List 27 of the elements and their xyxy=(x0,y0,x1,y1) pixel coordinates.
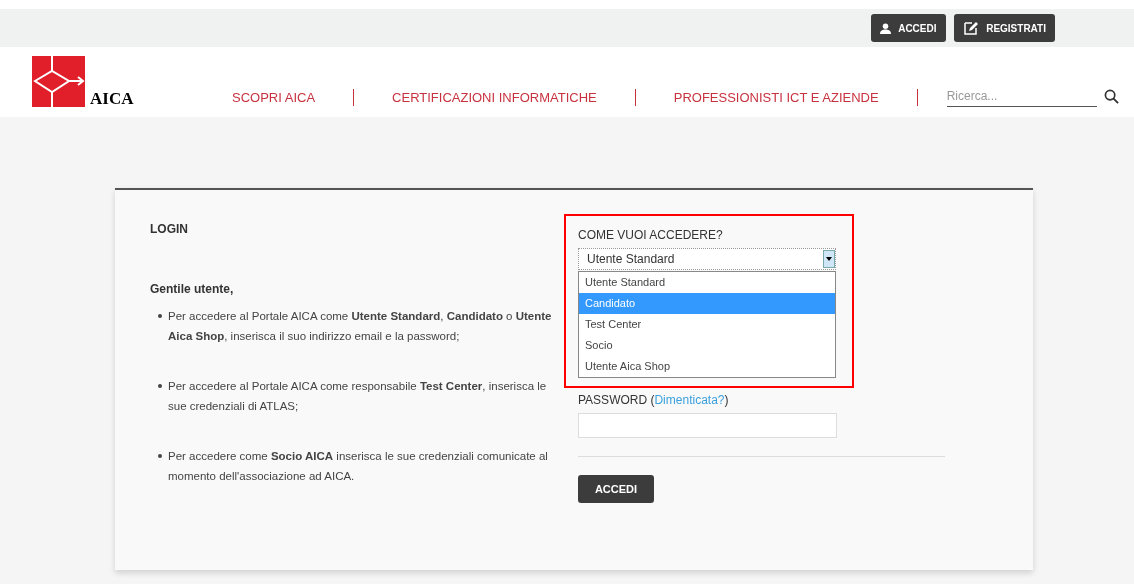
password-label: PASSWORD ( xyxy=(578,393,655,407)
register-button[interactable]: REGISTRATI xyxy=(954,14,1055,42)
search-icon xyxy=(1103,88,1119,104)
nav-link[interactable]: SCOPRI AICA xyxy=(232,87,316,107)
user-icon xyxy=(880,22,892,34)
nav-link[interactable]: CERTIFICAZIONI INFORMATICHE xyxy=(392,87,597,107)
dropdown-option[interactable]: Test Center xyxy=(579,314,835,335)
logo-text: AICA xyxy=(90,90,134,107)
login-button[interactable]: ACCEDI xyxy=(871,14,947,42)
instruction-text: Per accedere come Socio AICA inserisca le sue credenziali comunicate al momento dell'associazione ad AICA. xyxy=(168,449,549,484)
access-label: COME VUOI ACCEDERE? xyxy=(578,227,724,244)
edit-icon xyxy=(963,20,980,36)
access-select[interactable]: Utente Standard xyxy=(578,248,836,270)
greeting: Gentile utente, xyxy=(150,281,235,298)
search-field[interactable]: Ricerca... xyxy=(946,85,1097,107)
instruction-text: Per accedere al Portale AICA come Utente Standard, Candidato o Utente Aica Shop, inserisca il suo indirizzo email e la password; xyxy=(168,309,553,344)
caret-icon xyxy=(826,257,832,261)
nav-link[interactable]: PROFESSIONISTI ICT E AZIENDE xyxy=(673,87,879,107)
dropdown-option[interactable]: Utente Aica Shop xyxy=(579,356,835,377)
password-field[interactable] xyxy=(578,413,837,438)
dropdown-option[interactable]: Utente Standard xyxy=(579,272,835,293)
logo-icon xyxy=(32,56,85,107)
dropdown-option[interactable]: Socio xyxy=(579,335,835,356)
instruction-text: Per accedere al Portale AICA come responsabile Test Center, inserisca le sue credenziali di ATLAS; xyxy=(168,379,548,414)
login-title: LOGIN xyxy=(150,221,189,238)
closing-parenthesis: ) xyxy=(724,393,729,407)
submit-button[interactable]: ACCEDI xyxy=(578,475,654,503)
